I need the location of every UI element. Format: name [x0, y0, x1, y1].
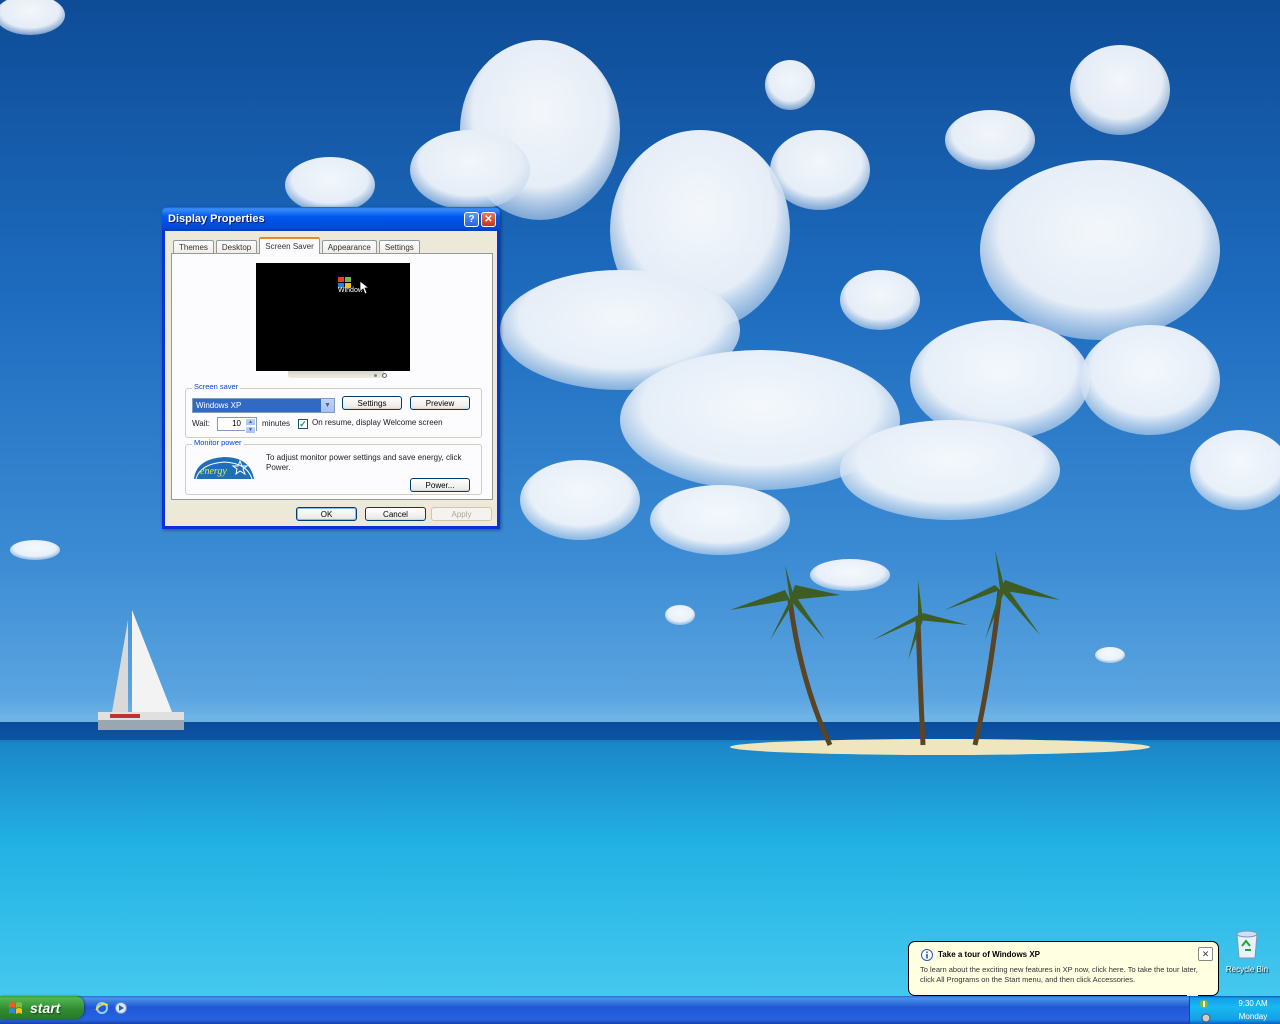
- resume-welcome-checkbox[interactable]: ✓: [298, 419, 308, 429]
- wait-minutes-value[interactable]: 10: [218, 418, 245, 430]
- recycle-bin[interactable]: Recycle Bin: [1223, 928, 1271, 974]
- tray-tour-icon[interactable]: [1200, 1012, 1212, 1024]
- balloon-body[interactable]: To learn about the exciting new features…: [920, 965, 1210, 985]
- cancel-button[interactable]: Cancel: [365, 507, 426, 521]
- monitor-indicator: [374, 374, 377, 377]
- balloon-title: Take a tour of Windows XP: [938, 950, 1041, 959]
- title-bar[interactable]: Display Properties ? ✕: [162, 207, 500, 231]
- window-client-area: Themes Desktop Screen Saver Appearance S…: [165, 231, 497, 526]
- apply-button[interactable]: Apply: [431, 507, 492, 521]
- tray-network-icon[interactable]: [1198, 998, 1210, 1010]
- start-button[interactable]: start: [0, 996, 84, 1019]
- close-icon[interactable]: ✕: [481, 211, 496, 227]
- close-icon[interactable]: ✕: [1198, 947, 1213, 961]
- recycle-bin-label: Recycle Bin: [1225, 965, 1269, 974]
- wait-minutes-spinner[interactable]: 10 ▲ ▼: [217, 417, 257, 434]
- windows-flag-icon: [9, 1001, 22, 1014]
- ok-button[interactable]: OK: [296, 507, 357, 521]
- clock-time: 9:30 AM: [1238, 999, 1268, 1008]
- clock-day: Monday: [1238, 1012, 1268, 1021]
- tab-themes[interactable]: Themes: [173, 240, 214, 254]
- media-player-icon[interactable]: [114, 1001, 128, 1015]
- screensaver-preview: Window: [256, 263, 410, 371]
- chevron-down-icon[interactable]: ▼: [321, 399, 334, 412]
- svg-text:energy: energy: [200, 466, 227, 477]
- screensaver-select[interactable]: Windows XP ▼: [192, 398, 335, 413]
- resume-welcome-label: On resume, display Welcome screen: [312, 418, 443, 427]
- spin-up-icon[interactable]: ▲: [245, 418, 256, 426]
- system-tray: 9:30 AM Monday: [1189, 996, 1280, 1024]
- screensaver-selected-value: Windows XP: [193, 399, 321, 412]
- tab-strip: Themes Desktop Screen Saver Appearance S…: [173, 237, 422, 254]
- tab-appearance[interactable]: Appearance: [321, 240, 377, 254]
- start-label: start: [30, 999, 61, 1016]
- tour-balloon-tip[interactable]: Take a tour of Windows XP ✕ To learn abo…: [908, 941, 1219, 996]
- power-button[interactable]: Power...: [410, 478, 470, 492]
- taskbar: start 9:30 AM Monday: [0, 996, 1280, 1024]
- tab-settings[interactable]: Settings: [378, 240, 420, 254]
- clock[interactable]: 9:30 AM Monday: [1228, 996, 1278, 1023]
- screensaver-group-label: Screen saver: [192, 382, 241, 391]
- tab-desktop[interactable]: Desktop: [215, 240, 258, 254]
- display-properties-window: Display Properties ? ✕ Themes Desktop Sc…: [162, 207, 500, 529]
- wait-label: Wait:: [192, 419, 210, 428]
- screen-saver-panel: Window Screen saver Windows XP ▼ Setting…: [171, 253, 493, 500]
- help-icon[interactable]: ?: [464, 211, 479, 227]
- info-icon: [921, 949, 933, 961]
- mouse-cursor-icon: [360, 281, 370, 295]
- minutes-label: minutes: [262, 419, 291, 428]
- monitor-power-led: [382, 373, 387, 378]
- internet-explorer-icon[interactable]: [95, 1001, 109, 1015]
- screensaver-group: Screen saver Windows XP ▼ Settings Previ…: [185, 382, 482, 438]
- spin-down-icon[interactable]: ▼: [245, 426, 256, 434]
- monitor-power-group-label: Monitor power: [192, 438, 244, 447]
- monitor-power-description: To adjust monitor power settings and sav…: [266, 453, 462, 472]
- settings-button[interactable]: Settings: [342, 396, 402, 410]
- recycle-bin-icon: [1236, 930, 1258, 959]
- monitor-power-group: Monitor power energy To adjust monitor p…: [185, 438, 482, 495]
- energy-star-icon: energy: [194, 457, 254, 480]
- preview-button[interactable]: Preview: [410, 396, 470, 410]
- monitor-stand: [288, 371, 384, 378]
- tab-screen-saver[interactable]: Screen Saver: [259, 237, 320, 254]
- window-title: Display Properties: [168, 213, 265, 225]
